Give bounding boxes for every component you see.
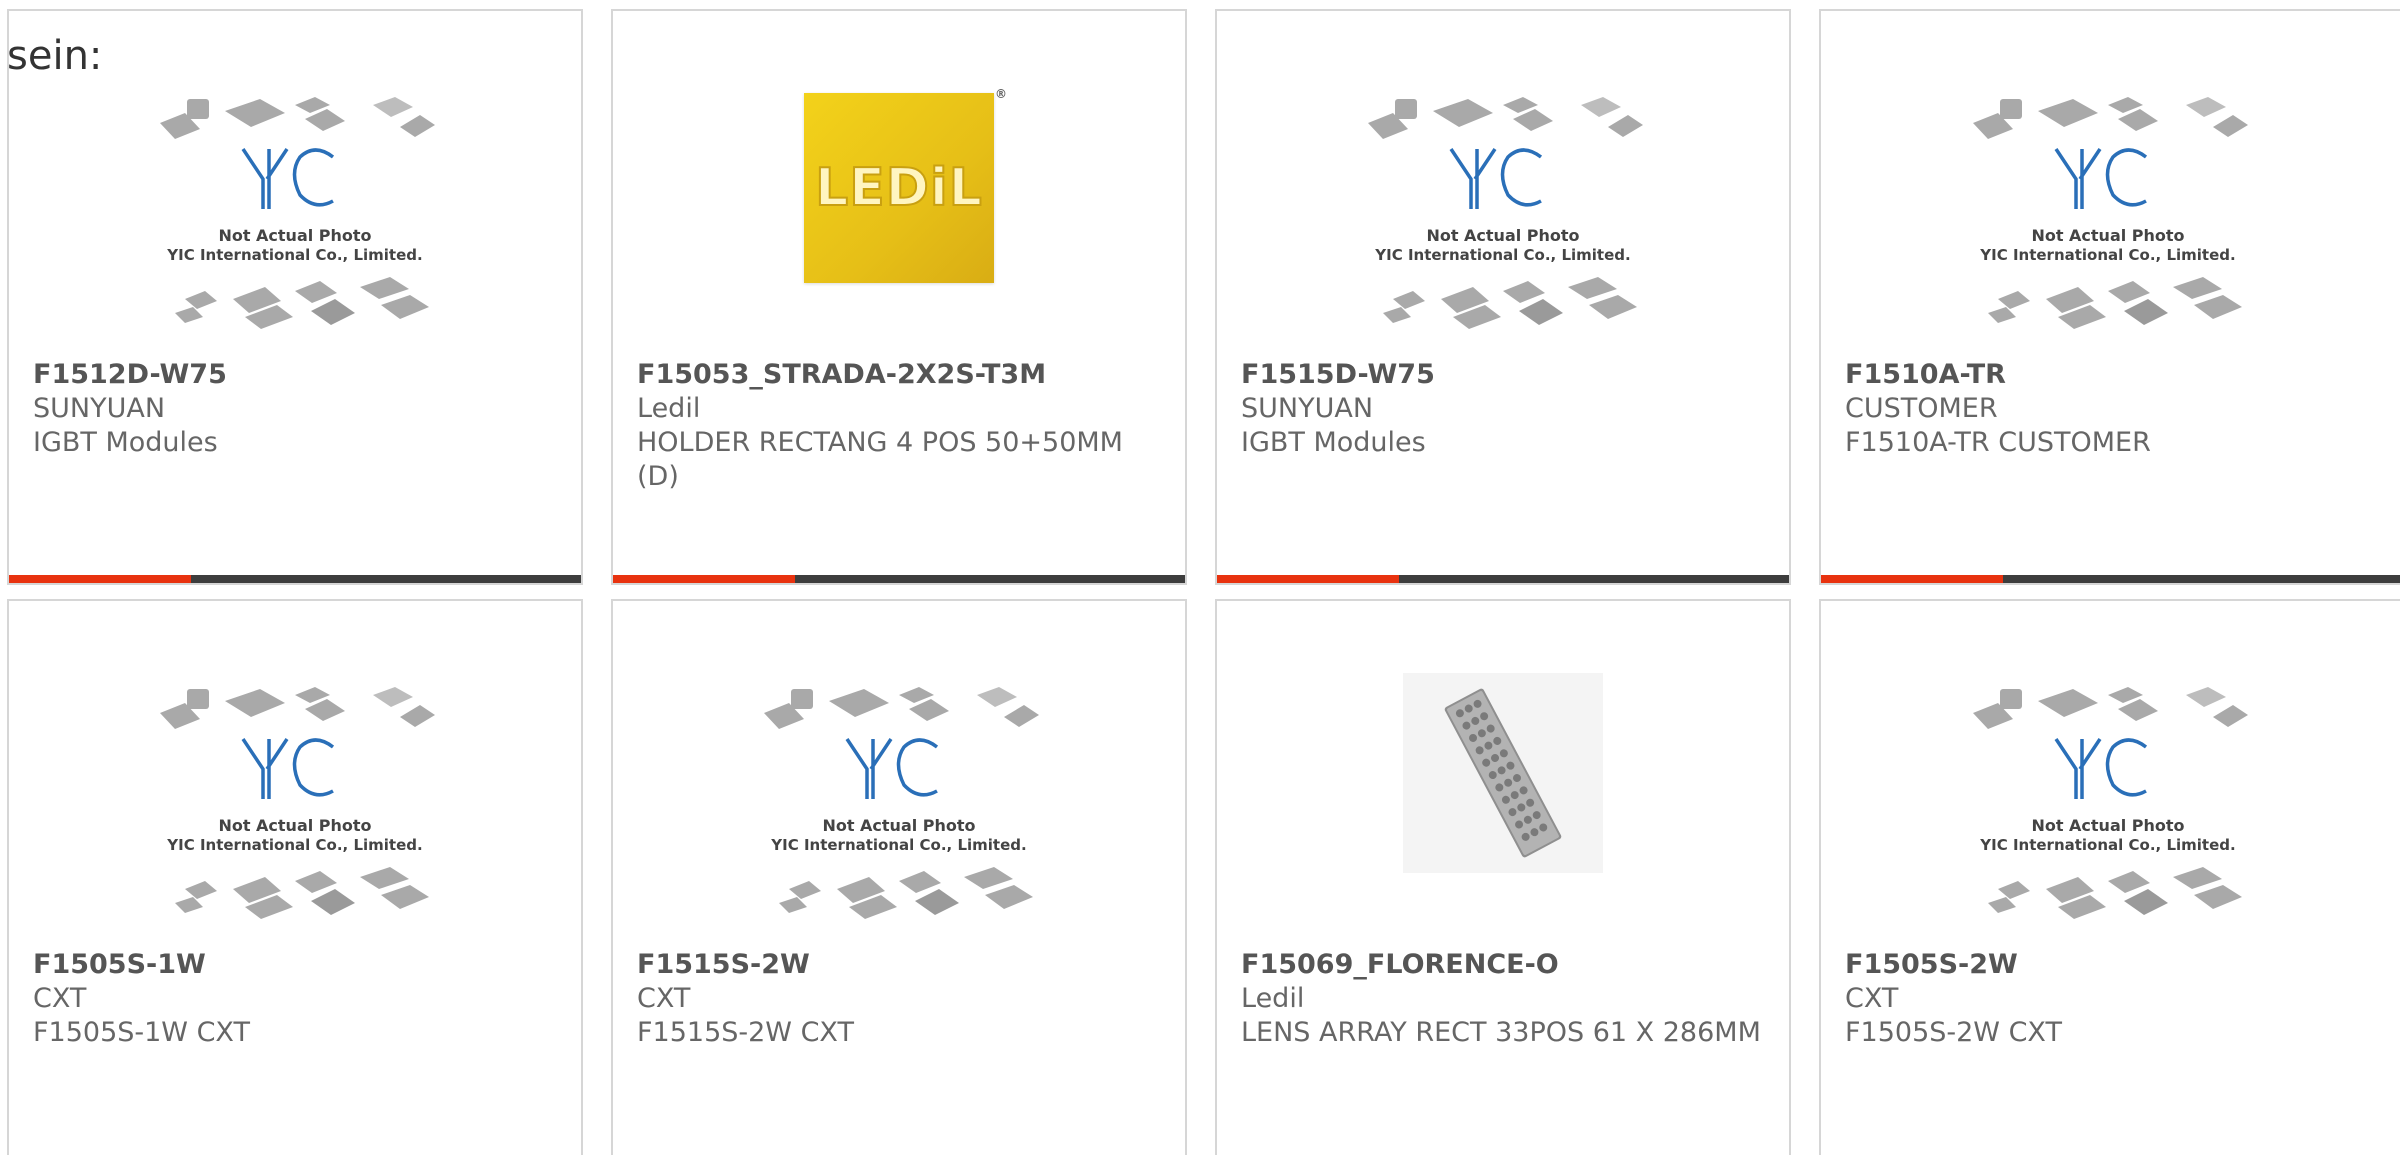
product-thumb: Not Actual Photo YIC International Co., …	[9, 681, 581, 951]
product-card[interactable]: Not Actual Photo YIC International Co., …	[7, 9, 583, 585]
product-card[interactable]: Not Actual Photo YIC International Co., …	[611, 599, 1187, 1155]
description: LENS ARRAY RECT 33POS 61 X 286MM	[1241, 1017, 1761, 1048]
description: IGBT Modules	[1241, 427, 1426, 458]
product-thumb: Not Actual Photo YIC International Co., …	[1821, 681, 2395, 951]
product-card[interactable]: LEDiL ® F15053_STRADA-2X2S-T3M Ledil HOL…	[611, 9, 1187, 585]
product-card[interactable]: Not Actual Photo YIC International Co., …	[1215, 9, 1791, 585]
description: F1505S-2W CXT	[1845, 1017, 2062, 1048]
lens-array-image	[1403, 673, 1603, 873]
part-number[interactable]: F1505S-2W	[1845, 948, 2376, 982]
manufacturer: CXT	[637, 983, 691, 1014]
page-heading: sein:	[7, 33, 103, 79]
description: HOLDER RECTANG 4 POS 50+50MM (D)	[637, 427, 1123, 492]
product-card[interactable]: Not Actual Photo YIC International Co., …	[7, 599, 583, 1155]
placeholder-line1: Not Actual Photo	[2031, 816, 2184, 835]
product-thumb: Not Actual Photo YIC International Co., …	[1821, 91, 2395, 361]
placeholder-line1: Not Actual Photo	[218, 816, 371, 835]
placeholder-line2: YIC International Co., Limited.	[166, 836, 422, 854]
placeholder-line1: Not Actual Photo	[2031, 226, 2184, 245]
ledil-logo-text: LEDiL	[814, 157, 983, 219]
placeholder-line1: Not Actual Photo	[218, 226, 371, 245]
card-bottom-bar	[1821, 575, 2400, 583]
product-thumb: Not Actual Photo YIC International Co., …	[9, 91, 581, 361]
yic-placeholder-image: Not Actual Photo YIC International Co., …	[1973, 687, 2248, 919]
manufacturer: SUNYUAN	[1241, 393, 1374, 424]
manufacturer: SUNYUAN	[33, 393, 166, 424]
product-card[interactable]: Not Actual Photo YIC International Co., …	[1819, 9, 2400, 585]
part-number[interactable]: F1515D-W75	[1241, 358, 1765, 392]
yic-placeholder-image: Not Actual Photo YIC International Co., …	[1368, 97, 1643, 329]
placeholder-line1: Not Actual Photo	[1426, 226, 1579, 245]
description: F1505S-1W CXT	[33, 1017, 250, 1048]
placeholder-line2: YIC International Co., Limited.	[1979, 836, 2235, 854]
yic-placeholder-image: Not Actual Photo YIC International Co., …	[764, 687, 1039, 919]
placeholder-line2: YIC International Co., Limited.	[770, 836, 1026, 854]
description: F1510A-TR CUSTOMER	[1845, 427, 2151, 458]
placeholder-line2: YIC International Co., Limited.	[1979, 246, 2235, 264]
card-accent	[613, 575, 795, 583]
ledil-logo-image: LEDiL ®	[804, 87, 1007, 283]
yic-placeholder-image: Not Actual Photo YIC International Co., …	[160, 97, 435, 329]
manufacturer: CXT	[1845, 983, 1899, 1014]
placeholder-line2: YIC International Co., Limited.	[1374, 246, 1630, 264]
product-card[interactable]: Not Actual Photo YIC International Co., …	[1819, 599, 2400, 1155]
product-thumb: Not Actual Photo YIC International Co., …	[1217, 91, 1789, 361]
product-thumb: Not Actual Photo YIC International Co., …	[613, 681, 1185, 951]
card-accent	[9, 575, 191, 583]
description: F1515S-2W CXT	[637, 1017, 854, 1048]
placeholder-line2: YIC International Co., Limited.	[166, 246, 422, 264]
part-number[interactable]: F1510A-TR	[1845, 358, 2376, 392]
manufacturer: Ledil	[637, 393, 701, 424]
card-accent	[1217, 575, 1399, 583]
part-number[interactable]: F1515S-2W	[637, 948, 1161, 982]
manufacturer: Ledil	[1241, 983, 1305, 1014]
yic-placeholder-image: Not Actual Photo YIC International Co., …	[1973, 97, 2248, 329]
product-thumb: LEDiL ®	[613, 87, 1185, 361]
yic-placeholder-image: Not Actual Photo YIC International Co., …	[160, 687, 435, 919]
part-number[interactable]: F1505S-1W	[33, 948, 557, 982]
product-card[interactable]: F15069_FLORENCE-O Ledil LENS ARRAY RECT …	[1215, 599, 1791, 1155]
card-accent	[1821, 575, 2003, 583]
description: IGBT Modules	[33, 427, 218, 458]
registered-mark: ®	[995, 87, 1008, 101]
placeholder-line1: Not Actual Photo	[822, 816, 975, 835]
card-bottom-bar	[9, 575, 581, 583]
card-bottom-bar	[613, 575, 1185, 583]
product-grid-page: sein: Not Actual Photo YIC International…	[0, 0, 2400, 1155]
card-bottom-bar	[1217, 575, 1789, 583]
manufacturer: CXT	[33, 983, 87, 1014]
part-number[interactable]: F15053_STRADA-2X2S-T3M	[637, 358, 1161, 392]
part-number[interactable]: F15069_FLORENCE-O	[1241, 948, 1765, 982]
manufacturer: CUSTOMER	[1845, 393, 1998, 424]
product-thumb	[1217, 673, 1789, 951]
part-number[interactable]: F1512D-W75	[33, 358, 557, 392]
